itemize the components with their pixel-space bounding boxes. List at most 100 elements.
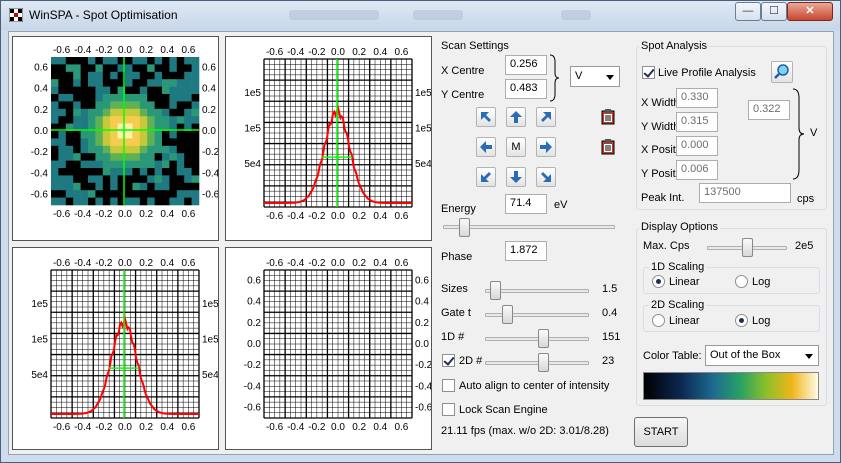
image-pixel (147, 197, 155, 206)
close-button[interactable]: ✕ (787, 2, 833, 21)
app-icon (9, 8, 23, 22)
image-pixel (191, 108, 200, 117)
y-width-label: Y Width (641, 121, 680, 133)
image-pixel (73, 131, 81, 139)
image-pixel (169, 160, 178, 169)
image-pixel (176, 131, 185, 139)
image-pixel (110, 94, 118, 102)
start-button[interactable]: START (634, 417, 688, 447)
plot-y-profile[interactable]: -0.6 -0.6 -0.4 -0.4 -0.2 -0.2 0.0 0.0 0.2 0.2 0.4 0… (12, 247, 219, 450)
gate-slider[interactable] (501, 305, 513, 324)
image-pixel (73, 116, 81, 124)
plot-empty[interactable]: -0.6 -0.6 -0.4 -0.4 -0.2 -0.2 0.0 0.0 0.2 0.2 0.4 0… (225, 247, 432, 450)
scaling-1d-title: 1D Scaling (649, 261, 707, 273)
image-pixel (169, 94, 178, 102)
move-up-right-button[interactable] (536, 107, 556, 127)
y-tick-label-right: -0.6 (415, 402, 431, 413)
oned-slider[interactable] (538, 329, 549, 348)
x-tick-label-bottom: -0.4 (287, 211, 305, 222)
color-table-select[interactable]: Out of the Box (705, 345, 819, 366)
y-tick-label-left: -0.6 (244, 402, 262, 413)
image-pixel (132, 71, 141, 80)
twod-checkbox[interactable] (442, 354, 455, 367)
image-pixel (95, 94, 104, 102)
move-center-button[interactable]: M (506, 137, 526, 157)
image-pixel (176, 160, 185, 169)
plot-2d-spot[interactable]: -0.6 -0.6 -0.4 -0.4 -0.2 -0.2 0.0 0.0 0.2 0.2 0.4 0… (12, 36, 219, 241)
image-pixel (95, 86, 104, 95)
arrow-down-left-icon (481, 172, 491, 182)
image-pixel (58, 175, 67, 184)
phase-input[interactable]: 1.872 (505, 241, 547, 261)
x-tick-label-top: 0.0 (331, 47, 345, 58)
gate-slider-track (485, 313, 589, 317)
max-cps-slider[interactable] (741, 238, 753, 257)
image-pixel (176, 175, 185, 184)
auto-align-checkbox[interactable] (442, 379, 455, 392)
chevron-down-icon (606, 75, 614, 80)
image-pixel (65, 131, 74, 139)
blurred-title-segment (561, 10, 591, 20)
image-pixel (132, 108, 141, 117)
image-pixel (184, 71, 192, 80)
maximize-button[interactable]: ☐ (761, 2, 787, 21)
plot-y-profile-canvas: -0.6-0.6-0.4-0.4-0.2-0.20.00.00.20.20.40… (31, 258, 218, 433)
image-pixel (184, 57, 192, 65)
scaling-1d-linear-radio[interactable] (652, 275, 665, 288)
move-up-button[interactable] (506, 107, 526, 127)
image-pixel (162, 116, 170, 124)
image-pixel (132, 57, 141, 65)
image-pixel (73, 197, 81, 206)
image-pixel (191, 71, 200, 80)
image-pixel (80, 86, 89, 95)
image-pixel (125, 168, 133, 176)
image-pixel (125, 71, 133, 80)
move-down-left-button[interactable] (476, 167, 496, 187)
move-up-left-button[interactable] (476, 107, 496, 127)
image-pixel (125, 94, 133, 102)
y-tick-label-right: 0.6 (202, 63, 216, 74)
y-tick-label-left: 0.6 (247, 276, 261, 287)
plot-x-profile[interactable]: -0.6 -0.6 -0.4 -0.4 -0.2 -0.2 0.0 0.0 0.2 0.2 0.4 0… (225, 36, 432, 241)
energy-label: Energy (441, 203, 476, 215)
live-profile-checkbox[interactable] (642, 66, 655, 79)
move-right-button[interactable] (536, 137, 556, 157)
y-centre-input[interactable]: 0.483 (505, 79, 547, 99)
centre-unit-select[interactable]: V (570, 66, 620, 87)
zoom-spot-button[interactable] (771, 61, 793, 83)
image-pixel (184, 101, 192, 110)
image-pixel (73, 64, 81, 73)
move-down-right-button[interactable] (536, 167, 556, 187)
y-tick-label-left: 0.4 (247, 297, 261, 308)
move-left-button[interactable] (476, 137, 496, 157)
image-pixel (132, 197, 141, 206)
x-centre-input[interactable]: 0.256 (505, 55, 547, 75)
paste-settings-button[interactable] (598, 137, 618, 157)
lock-scan-checkbox[interactable] (442, 403, 455, 416)
image-pixel (147, 160, 155, 169)
image-pixel (73, 190, 81, 198)
copy-settings-button[interactable] (598, 107, 618, 127)
image-pixel (102, 64, 111, 73)
image-pixel (176, 190, 185, 198)
image-pixel (102, 108, 111, 117)
image-pixel (80, 138, 89, 147)
move-down-button[interactable] (506, 167, 526, 187)
x-tick-label-top: -0.6 (53, 258, 71, 269)
image-pixel (88, 182, 96, 191)
y-tick-label-left: 1e5 (31, 335, 48, 346)
scaling-2d-linear-radio[interactable] (652, 314, 665, 327)
image-pixel (132, 160, 141, 169)
minimize-button[interactable]: — (735, 2, 761, 21)
magnifier-icon (774, 64, 789, 79)
image-pixel (51, 71, 59, 80)
scaling-2d-log-radio[interactable] (735, 314, 748, 327)
energy-slider[interactable] (459, 218, 471, 237)
scaling-1d-log-radio[interactable] (735, 275, 748, 288)
image-pixel (110, 101, 118, 110)
twod-slider[interactable] (538, 353, 549, 372)
x-tick-label-bottom: 0.0 (118, 209, 132, 220)
energy-input[interactable]: 71.4 (505, 194, 547, 214)
image-pixel (110, 108, 118, 117)
sizes-slider[interactable] (489, 281, 501, 300)
